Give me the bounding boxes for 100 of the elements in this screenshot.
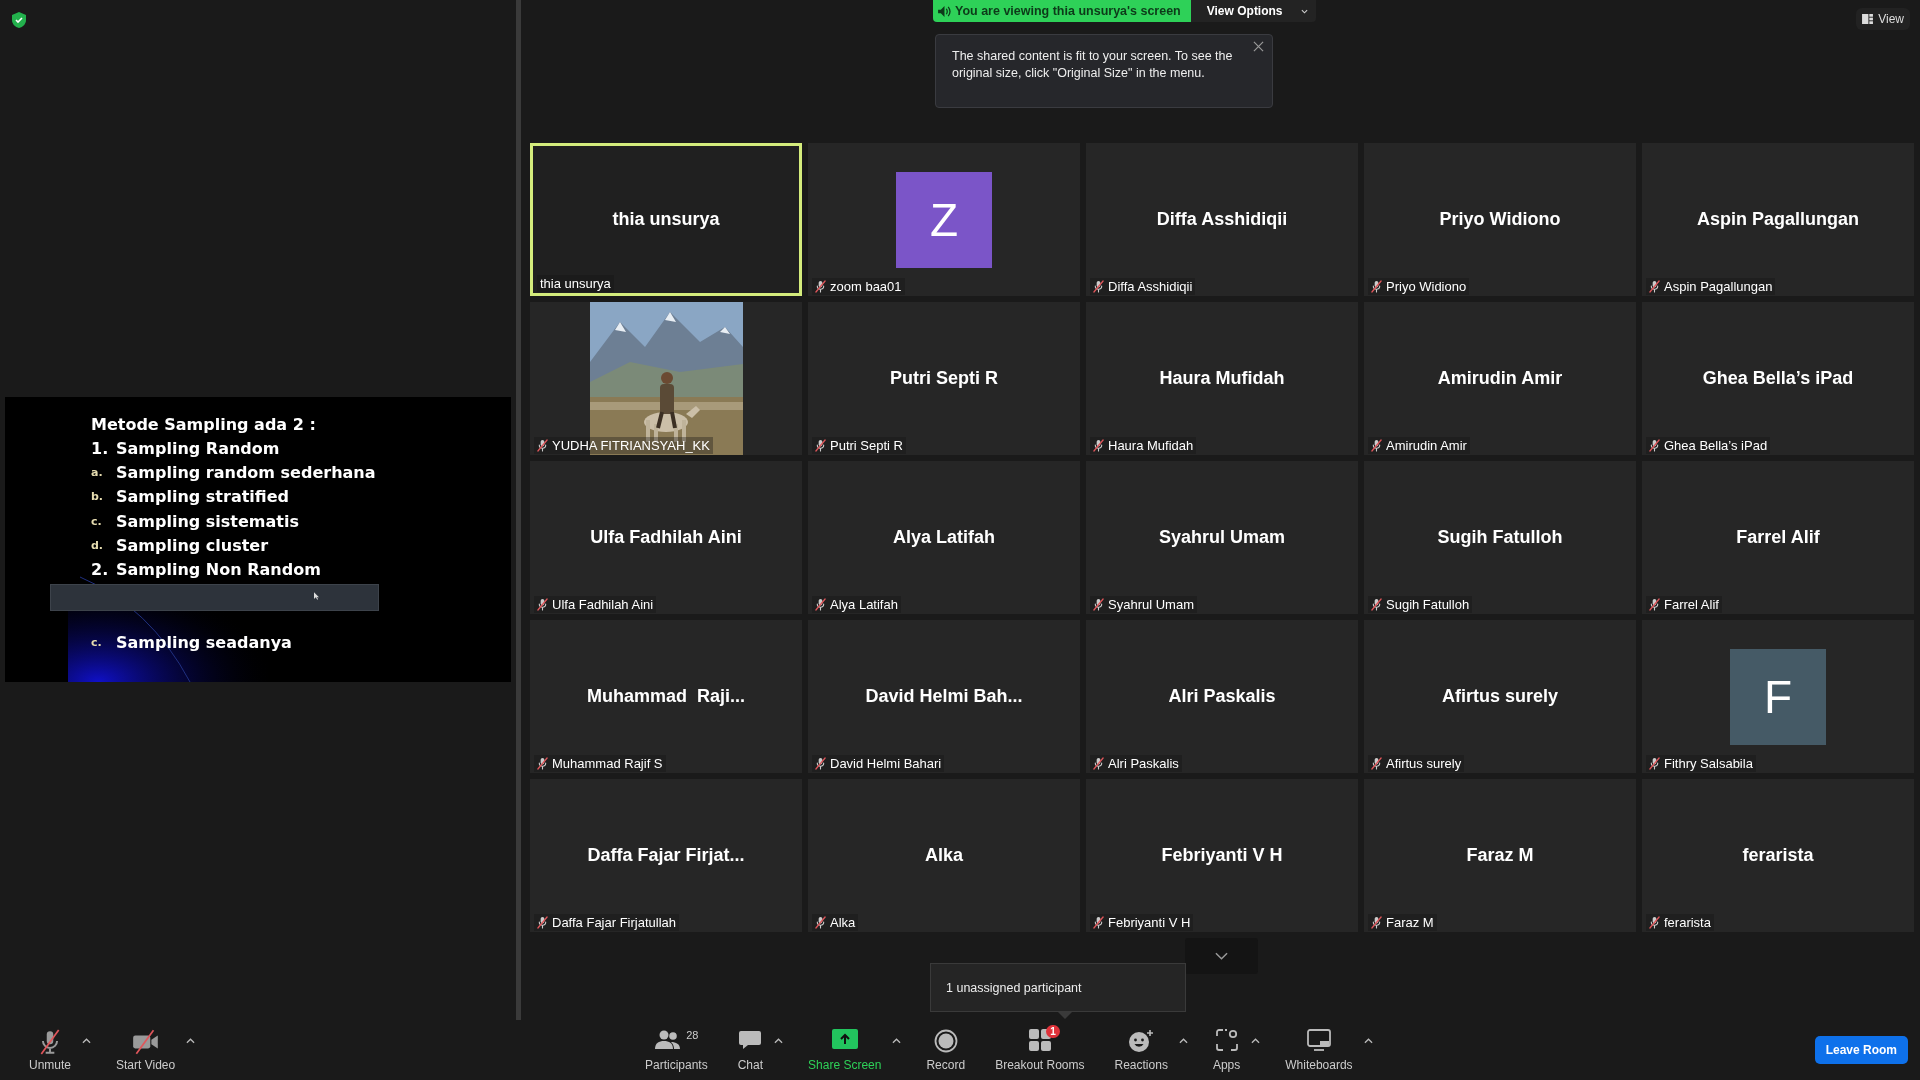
participant-count: 28 xyxy=(686,1028,699,1041)
muted-mic-icon xyxy=(1093,916,1104,929)
slide-bullet: Sampling seadanya xyxy=(116,631,292,654)
participant-label: Ulfa Fadhilah Aini xyxy=(552,597,654,612)
participant-label: Alya Latifah xyxy=(830,597,898,612)
video-tile[interactable]: Putri Septi R Putri Septi R xyxy=(808,302,1080,455)
speaker-icon xyxy=(938,5,951,17)
video-tile[interactable]: Faraz M Faraz M xyxy=(1364,779,1636,932)
muted-mic-icon xyxy=(815,757,826,770)
participant-name: Aspin Pagallungan xyxy=(1697,209,1859,230)
toolbar-button[interactable]: Chat xyxy=(722,1022,779,1078)
tooltip-text: The shared content is fit to your screen. To see the original size, click "Original Size" in the menu. xyxy=(952,49,1233,80)
leave-room-button[interactable]: Leave Room xyxy=(1814,1036,1908,1064)
muted-mic-icon xyxy=(1093,598,1104,611)
participant-name: ferarista xyxy=(1742,845,1814,866)
video-tile[interactable]: Z zoom baa01 xyxy=(808,143,1080,296)
layout-icon xyxy=(1862,14,1874,24)
people-icon xyxy=(654,1028,683,1051)
participant-label: Syahrul Umam xyxy=(1108,597,1194,612)
muted-mic-icon xyxy=(1093,757,1104,770)
toolbar-button[interactable]: Start Video xyxy=(101,1022,191,1078)
video-tile[interactable]: Farrel Alif Farrel Alif xyxy=(1642,461,1914,614)
video-tile[interactable]: Syahrul Umam Syahrul Umam xyxy=(1086,461,1358,614)
shield-icon[interactable] xyxy=(12,12,26,28)
toolbar-button[interactable]: Whiteboards xyxy=(1270,1022,1368,1078)
grid-icon xyxy=(1028,1028,1051,1051)
video-tile[interactable]: Diffa Asshidiqii Diffa Asshidiqii xyxy=(1086,143,1358,296)
participant-label: Febriyanti V H xyxy=(1108,915,1191,930)
video-tile[interactable]: David Helmi Bah... David Helmi Bahari xyxy=(808,620,1080,773)
slide-title: Metode Sampling ada 2 : xyxy=(91,413,317,436)
participant-name: Alya Latifah xyxy=(893,527,995,548)
participant-label: Faraz M xyxy=(1386,915,1434,930)
video-tile[interactable]: Haura Mufidah Haura Mufidah xyxy=(1086,302,1358,455)
participant-name: Muhammad Raji... xyxy=(587,686,745,707)
participant-name: Haura Mufidah xyxy=(1159,368,1285,389)
avatar: F xyxy=(1730,648,1826,745)
participant-label: Farrel Alif xyxy=(1664,597,1719,612)
smiley-plus-icon xyxy=(1128,1028,1155,1053)
list-marker: 2. xyxy=(91,559,110,582)
muted-mic-icon xyxy=(1649,916,1660,929)
caret-icon xyxy=(186,1038,196,1044)
toolbar-button[interactable]: Apps xyxy=(1197,1022,1256,1078)
view-button[interactable]: View xyxy=(1856,8,1910,30)
toolbar-button[interactable]: 1 Breakout Rooms xyxy=(980,1022,1100,1078)
participant-name: Alri Paskalis xyxy=(1168,686,1276,707)
video-tile[interactable]: Ghea Bella’s iPad Ghea Bella’s iPad xyxy=(1642,302,1914,455)
muted-mic-icon xyxy=(1649,280,1660,293)
participant-label: Alka xyxy=(830,915,856,930)
toolbar-button[interactable]: Share Screen xyxy=(793,1022,897,1078)
toolbar-button[interactable]: Unmute xyxy=(14,1022,87,1078)
video-tile[interactable]: thia unsurya thia unsurya xyxy=(530,143,802,296)
participant-name: thia unsurya xyxy=(612,209,720,230)
muted-mic-icon xyxy=(537,757,548,770)
participant-label: Muhammad Rajif S xyxy=(552,756,663,771)
view-options-button[interactable]: View Options xyxy=(1190,0,1316,22)
slide-bullet: Sampling Non Random xyxy=(116,559,321,582)
participant-name: Amirudin Amir xyxy=(1437,368,1563,389)
slide-bullet: Sampling cluster xyxy=(116,535,269,557)
caret-icon xyxy=(82,1038,92,1044)
participant-label: ferarista xyxy=(1664,915,1711,930)
muted-mic-icon xyxy=(537,916,548,929)
video-tile[interactable]: Alri Paskalis Alri Paskalis xyxy=(1086,620,1358,773)
video-tile[interactable]: Alya Latifah Alya Latifah xyxy=(808,461,1080,614)
participant-label: Diffa Asshidiqii xyxy=(1108,279,1193,294)
video-tile[interactable]: Daffa Fajar Firjat... Daffa Fajar Firjatullah xyxy=(530,779,802,932)
video-tile[interactable]: F Fithry Salsabila xyxy=(1642,620,1914,773)
video-off-icon xyxy=(130,1028,161,1055)
muted-mic-icon xyxy=(1371,280,1382,293)
list-marker: d. xyxy=(91,538,105,554)
toolbar-button[interactable]: Record xyxy=(911,1022,981,1078)
participant-name: Afirtus surely xyxy=(1441,686,1558,707)
video-tile[interactable]: ferarista ferarista xyxy=(1642,779,1914,932)
video-tile[interactable]: YUDHA FITRIANSYAH_KK xyxy=(530,302,802,455)
muted-mic-icon xyxy=(815,280,826,293)
video-tile[interactable]: Febriyanti V H Febriyanti V H xyxy=(1086,779,1358,932)
participant-label: Priyo Widiono xyxy=(1386,279,1467,294)
close-icon[interactable] xyxy=(1253,41,1264,52)
video-tile[interactable]: Afirtus surely Afirtus surely xyxy=(1364,620,1636,773)
participant-label: Putri Septi R xyxy=(830,438,903,453)
sharing-banner: You are viewing thia unsurya's screen xyxy=(933,0,1191,22)
participant-name: Alka xyxy=(925,845,963,866)
video-tile[interactable]: Sugih Fatulloh Sugih Fatulloh xyxy=(1364,461,1636,614)
toolbar-button[interactable]: 28 Participants xyxy=(630,1022,723,1078)
video-tile[interactable]: Ulfa Fadhilah Aini Ulfa Fadhilah Aini xyxy=(530,461,802,614)
video-tile[interactable]: Alka Alka xyxy=(808,779,1080,932)
cursor-icon xyxy=(314,591,319,600)
video-tile[interactable]: Priyo Widiono Priyo Widiono xyxy=(1364,143,1636,296)
muted-mic-icon xyxy=(1649,439,1660,452)
participant-name: Daffa Fajar Firjat... xyxy=(587,845,745,866)
video-tile[interactable]: Muhammad Raji... Muhammad Rajif S xyxy=(530,620,802,773)
muted-mic-icon xyxy=(815,439,826,452)
tooltip-text: 1 unassigned participant xyxy=(946,981,1082,995)
video-tile[interactable]: Aspin Pagallungan Aspin Pagallungan xyxy=(1642,143,1914,296)
list-marker: c. xyxy=(91,513,103,530)
participant-name: Farrel Alif xyxy=(1736,527,1820,548)
toolbar-button[interactable]: Reactions xyxy=(1099,1022,1183,1078)
participant-name: Febriyanti V H xyxy=(1161,845,1283,866)
video-tile[interactable]: Amirudin Amir Amirudin Amir xyxy=(1364,302,1636,455)
participant-label: Amirudin Amir xyxy=(1386,438,1467,453)
participant-name: David Helmi Bah... xyxy=(865,686,1023,707)
